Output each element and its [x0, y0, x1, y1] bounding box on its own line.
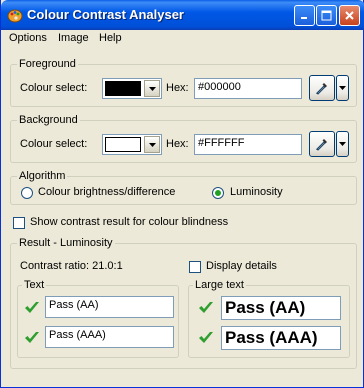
chevron-down-icon: [148, 86, 156, 91]
background-eyedropper-button[interactable]: [309, 131, 335, 157]
background-group-label: Background: [17, 114, 80, 126]
foreground-colour-dropdown-button[interactable]: [144, 80, 160, 97]
text-result-group: Text Pass (AA) Pass (AAA): [17, 279, 179, 358]
contrast-ratio-text: Contrast ratio: 21.0:1: [20, 260, 123, 272]
result-group: Result - Luminosity Contrast ratio: 21.0…: [10, 237, 357, 369]
checkmark-icon: [25, 332, 39, 343]
checkmark-icon: [199, 332, 213, 343]
window-title: Colour Contrast Analyser: [27, 7, 184, 22]
background-group: Background Colour select: Hex: #FFFFFF: [10, 114, 357, 163]
large-text-result-group: Large text Pass (AA) Pass (AAA): [188, 279, 350, 358]
display-details-checkbox[interactable]: [189, 261, 201, 273]
display-details-label[interactable]: Display details: [206, 260, 277, 272]
palette-icon: [7, 9, 23, 23]
foreground-hex-input[interactable]: #000000: [194, 78, 302, 99]
text-aa-result: Pass (AA): [45, 296, 174, 318]
foreground-colour-select[interactable]: [102, 78, 162, 99]
text-aaa-result: Pass (AAA): [45, 326, 174, 348]
background-colour-dropdown-button[interactable]: [144, 136, 160, 153]
close-button[interactable]: [339, 5, 360, 26]
foreground-colour-select-label: Colour select:: [20, 82, 88, 94]
minimize-icon: [301, 17, 307, 19]
chevron-down-icon: [339, 86, 346, 90]
background-colour-select-label: Colour select:: [20, 138, 88, 150]
large-text-aa-result: Pass (AA): [221, 296, 341, 320]
menu-help[interactable]: Help: [99, 32, 122, 44]
foreground-eyedropper-dropdown[interactable]: [336, 75, 349, 101]
colour-blindness-checkbox[interactable]: [13, 217, 25, 229]
foreground-colour-swatch: [105, 81, 141, 96]
app-window: Colour Contrast Analyser Options Image H…: [0, 0, 364, 388]
checkmark-icon: [199, 302, 213, 313]
colour-blindness-label[interactable]: Show contrast result for colour blindnes…: [30, 216, 228, 228]
foreground-hex-label: Hex:: [166, 82, 189, 94]
maximize-icon: [321, 10, 332, 21]
title-bar[interactable]: Colour Contrast Analyser: [1, 0, 364, 30]
chevron-down-icon: [148, 142, 156, 147]
minimize-button[interactable]: [294, 5, 315, 26]
foreground-eyedropper-button[interactable]: [309, 75, 335, 101]
radio-luminosity-label[interactable]: Luminosity: [230, 186, 283, 198]
checkmark-icon: [25, 302, 39, 313]
background-eyedropper-dropdown[interactable]: [336, 131, 349, 157]
text-result-label: Text: [22, 279, 47, 291]
chevron-down-icon: [339, 142, 346, 146]
large-text-aaa-result: Pass (AAA): [221, 326, 341, 350]
radio-luminosity[interactable]: [212, 187, 224, 199]
radio-selected-dot: [215, 190, 221, 196]
background-hex-input[interactable]: #FFFFFF: [194, 134, 302, 155]
menu-options[interactable]: Options: [9, 32, 47, 44]
eyedropper-icon: [316, 139, 327, 151]
foreground-group-label: Foreground: [17, 58, 78, 70]
radio-colour-brightness[interactable]: [21, 187, 33, 199]
result-group-label: Result - Luminosity: [17, 237, 115, 249]
background-hex-label: Hex:: [166, 138, 189, 150]
algorithm-group-label: Algorithm: [17, 170, 68, 182]
algorithm-group: Algorithm Colour brightness/difference L…: [10, 170, 357, 205]
menu-bar: Options Image Help: [1, 30, 363, 48]
foreground-group: Foreground Colour select: Hex: #000000: [10, 58, 357, 107]
menu-image[interactable]: Image: [58, 32, 89, 44]
radio-colour-brightness-label[interactable]: Colour brightness/difference: [38, 186, 175, 198]
close-icon: [345, 11, 354, 20]
background-colour-select[interactable]: [102, 134, 162, 155]
eyedropper-icon: [316, 83, 327, 95]
large-text-result-label: Large text: [193, 279, 246, 291]
maximize-button[interactable]: [316, 5, 337, 26]
background-colour-swatch: [105, 137, 141, 152]
